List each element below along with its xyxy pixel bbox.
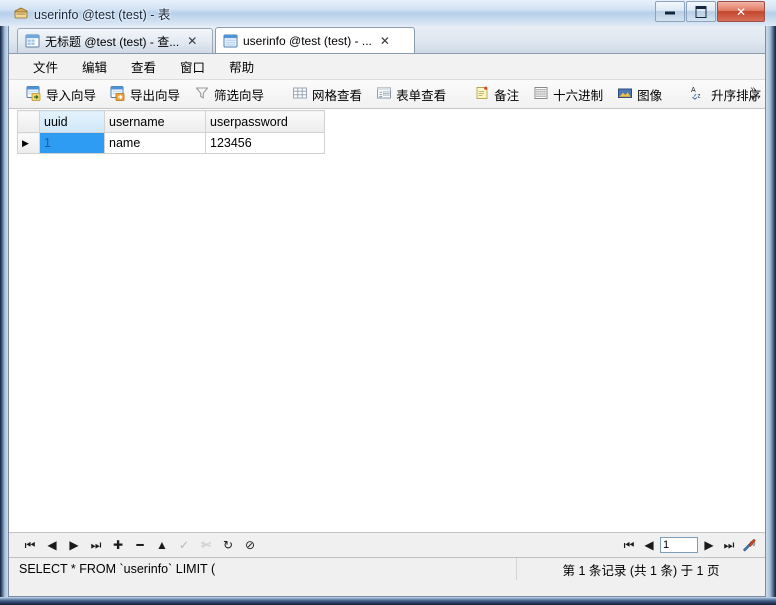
delete-record-button[interactable]: ━ [129, 534, 151, 556]
toolbar-overflow-button[interactable]: » ▾ [745, 80, 761, 108]
minimize-icon [665, 11, 675, 15]
cancel-edit-button: ✄ [200, 538, 212, 552]
tools-icon[interactable] [739, 534, 759, 556]
tab-label: userinfo @test (test) - ... [243, 33, 372, 48]
grid-corner-header[interactable] [17, 110, 40, 133]
import-wizard-icon [26, 85, 42, 104]
record-navigation-bar: ⏮ ◀ ▶ ⏭ ✚ ━ ▲ ✓ ✄ ↻ ⊘ ⏮ ◀ ▶ ⏭ [9, 533, 765, 558]
menu-item-help[interactable]: 帮助 [217, 54, 266, 79]
tab-strip: 无标题 @test (test) - 查... ✕ userinfo @test… [9, 26, 765, 54]
current-row-arrow-icon: ▶ [22, 138, 29, 148]
memo-button[interactable]: 备注 [468, 82, 525, 106]
grid-view-button[interactable]: 网格查看 [286, 82, 368, 106]
grid-header-uuid[interactable]: uuid [39, 110, 105, 133]
menu-item-edit[interactable]: 编辑 [70, 54, 119, 79]
grid-header-userpassword[interactable]: userpassword [205, 110, 325, 133]
next-page-button[interactable]: ▶ [699, 534, 719, 556]
window-frame-bottom [0, 597, 776, 605]
toolbar-label: 表单查看 [396, 88, 447, 103]
export-wizard-icon [110, 85, 126, 104]
toolbar-label: 筛选向导 [214, 88, 265, 103]
confirm-edit-button: ✓ [178, 538, 190, 552]
menu-item-window[interactable]: 窗口 [168, 54, 217, 79]
maximize-icon [695, 5, 707, 18]
status-record-info: 第 1 条记录 (共 1 条) 于 1 页 [562, 563, 720, 578]
row-indicator-cell[interactable]: ▶ [17, 132, 40, 154]
query-tab-icon [25, 34, 40, 48]
image-icon [617, 85, 633, 104]
main-toolbar: 导入向导 导出向导 筛选向导 网格查看 表单查看 备注 十六进制 图像 A z … [9, 80, 765, 109]
window-frame-left [0, 0, 8, 605]
minimize-button[interactable] [655, 1, 685, 22]
first-page-button[interactable]: ⏮ [619, 534, 639, 556]
previous-page-button[interactable]: ◀ [639, 534, 659, 556]
memo-icon [474, 85, 490, 104]
table-window-icon [13, 5, 29, 21]
toolbar-label: 十六进制 [553, 88, 604, 103]
menu-bar: 文件 编辑 查看 窗口 帮助 [9, 54, 765, 80]
add-record-button[interactable]: ✚ [107, 534, 129, 556]
table-row[interactable]: ▶ 1 name 123456 [17, 132, 325, 154]
menu-item-file[interactable]: 文件 [21, 54, 70, 79]
menu-item-view[interactable]: 查看 [119, 54, 168, 79]
status-sql-text: SELECT * FROM `userinfo` LIMIT ( [9, 558, 517, 580]
hex-button[interactable]: 十六进制 [527, 82, 609, 106]
grid-cell-username[interactable]: name [104, 132, 206, 154]
filter-wizard-icon [194, 85, 210, 104]
tab-label: 无标题 @test (test) - 查... [45, 34, 180, 49]
tab-query-untitled[interactable]: 无标题 @test (test) - 查... ✕ [17, 28, 213, 53]
grid-view-icon [292, 85, 308, 104]
toolbar-label: 导出向导 [130, 88, 181, 103]
page-number-input[interactable] [660, 537, 698, 553]
image-button[interactable]: 图像 [611, 82, 668, 106]
grid-cell-uuid[interactable]: 1 [39, 132, 105, 154]
tab-close-icon[interactable]: ✕ [380, 35, 390, 47]
form-view-icon [376, 85, 392, 104]
export-wizard-button[interactable]: 导出向导 [104, 82, 186, 106]
tab-close-icon[interactable]: ✕ [187, 35, 197, 47]
hex-icon [533, 85, 549, 104]
toolbar-label: 网格查看 [312, 88, 363, 103]
svg-text:z: z [698, 93, 701, 99]
next-record-button[interactable]: ▶ [63, 534, 85, 556]
status-bar: SELECT * FROM `userinfo` LIMIT ( 第 1 条记录… [9, 558, 765, 580]
chevron-down-icon: ▾ [750, 93, 756, 104]
previous-record-button[interactable]: ◀ [41, 534, 63, 556]
maximize-button[interactable] [686, 1, 716, 22]
window-controls: ✕ [654, 1, 765, 22]
page-navigation: ⏮ ◀ ▶ ⏭ [619, 533, 759, 557]
refresh-button[interactable]: ↻ [217, 534, 239, 556]
toolbar-label: 图像 [637, 88, 663, 103]
import-wizard-button[interactable]: 导入向导 [20, 82, 102, 106]
last-record-button[interactable]: ⏭ [85, 534, 107, 556]
close-button[interactable]: ✕ [717, 1, 765, 22]
toolbar-label: 备注 [494, 88, 520, 103]
close-icon: ✕ [735, 4, 747, 19]
toolbar-label: 导入向导 [46, 88, 97, 103]
form-view-button[interactable]: 表单查看 [370, 82, 452, 106]
svg-text:A: A [691, 87, 696, 94]
table-tab-icon [223, 34, 238, 48]
grid-header-row: uuid username userpassword [17, 110, 325, 133]
sort-ascending-icon: A z [690, 85, 707, 104]
grid-header-username[interactable]: username [104, 110, 206, 133]
grid-cell-userpassword[interactable]: 123456 [205, 132, 325, 154]
last-page-button[interactable]: ⏭ [719, 534, 739, 556]
first-record-button[interactable]: ⏮ [19, 534, 41, 556]
title-bar[interactable]: userinfo @test (test) - 表 ✕ [0, 0, 776, 26]
apply-change-button[interactable]: ▲ [151, 534, 173, 556]
application-window: userinfo @test (test) - 表 ✕ 无标题 @test (t… [0, 0, 776, 605]
data-grid[interactable]: uuid username userpassword ▶ 1 name 1234… [9, 109, 765, 533]
client-area: 无标题 @test (test) - 查... ✕ userinfo @test… [8, 26, 766, 597]
filter-wizard-button[interactable]: 筛选向导 [188, 82, 270, 106]
stop-button[interactable]: ⊘ [239, 534, 261, 556]
window-frame-right [766, 0, 776, 605]
grid-table: uuid username userpassword ▶ 1 name 1234… [17, 110, 325, 154]
tab-table-userinfo[interactable]: userinfo @test (test) - ... ✕ [215, 27, 415, 53]
window-title: userinfo @test (test) - 表 [34, 8, 171, 22]
